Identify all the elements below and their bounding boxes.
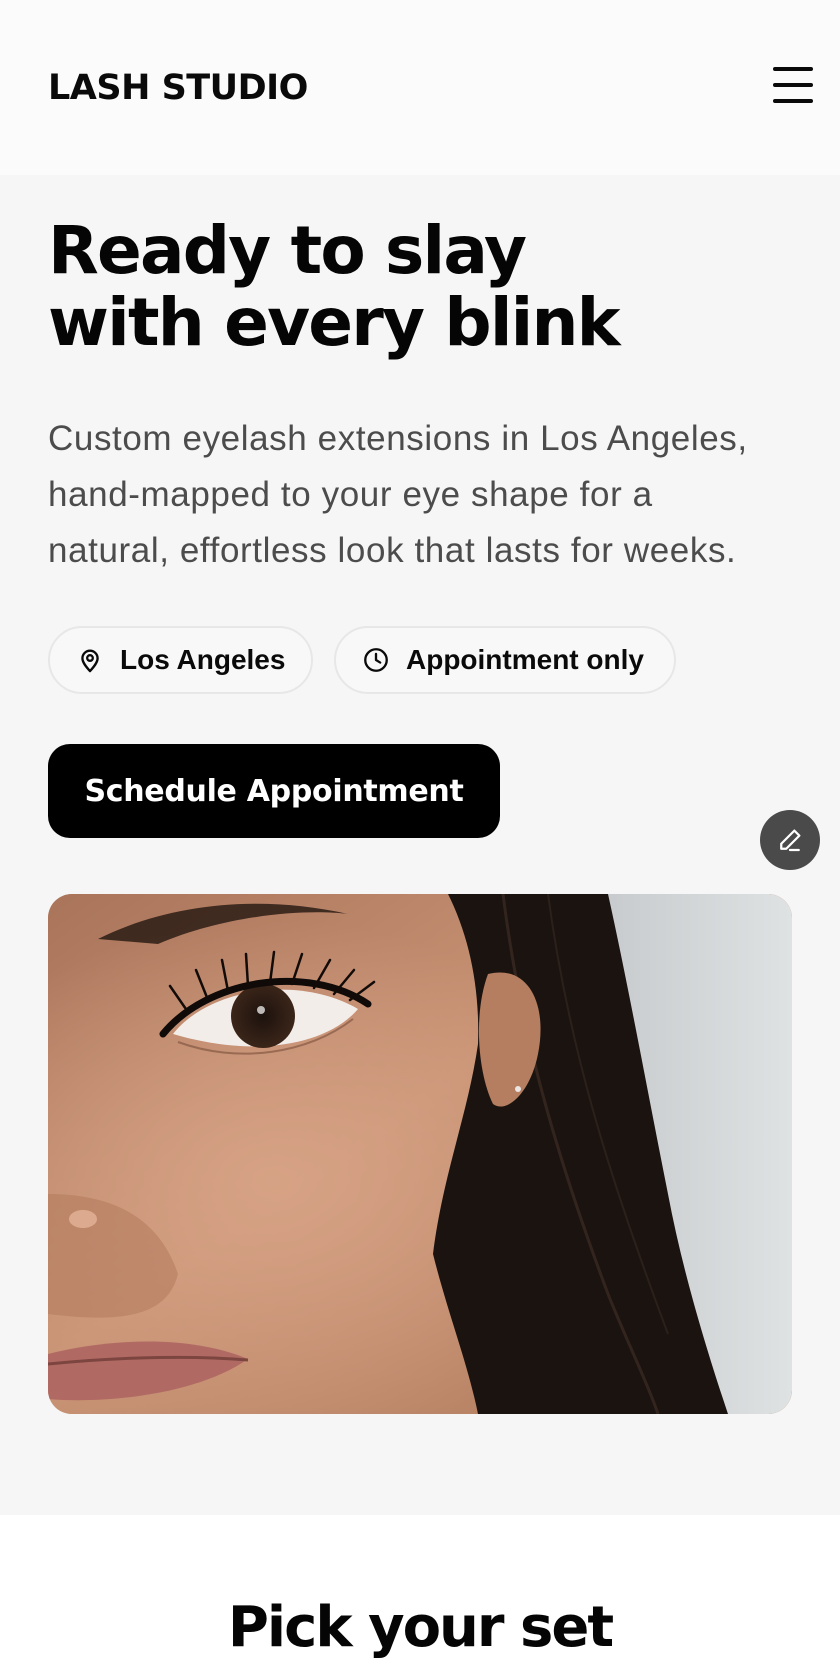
schedule-appointment-button[interactable]: Schedule Appointment <box>48 744 500 838</box>
hamburger-menu-icon[interactable] <box>770 62 816 108</box>
headline-line: Ready to slay <box>48 212 527 289</box>
menu-bar <box>773 83 813 87</box>
appointment-chip: Appointment only <box>334 626 676 694</box>
location-chip: Los Angeles <box>48 626 313 694</box>
location-chip-label: Los Angeles <box>120 644 286 675</box>
brand-logo[interactable]: LASH STUDIO <box>48 62 308 114</box>
hero-section: Ready to slay with every blink Custom ey… <box>0 175 840 1515</box>
appointment-chip-label: Appointment only <box>406 644 644 675</box>
hero-headline: Ready to slay with every blink <box>48 215 748 359</box>
hero-photo <box>48 894 792 1414</box>
description-line: hand-mapped to your eye shape for a <box>48 475 653 514</box>
pick-your-set-heading: Pick your set <box>227 1595 614 1660</box>
description-line: natural, effortless look that lasts for … <box>48 531 737 570</box>
eye-closeup-illustration <box>48 894 792 1414</box>
headline-line: with every blink <box>48 284 621 361</box>
location-pin-icon <box>81 649 99 673</box>
hero-description: Custom eyelash extensions in Los Angeles… <box>48 411 808 579</box>
menu-bar <box>773 99 813 103</box>
pencil-icon <box>780 829 801 852</box>
clock-icon <box>364 648 388 672</box>
site-header: LASH STUDIO <box>0 0 840 175</box>
description-line: Custom eyelash extensions in Los Angeles… <box>48 419 748 458</box>
menu-bar <box>773 67 813 71</box>
edit-button[interactable] <box>760 810 820 870</box>
